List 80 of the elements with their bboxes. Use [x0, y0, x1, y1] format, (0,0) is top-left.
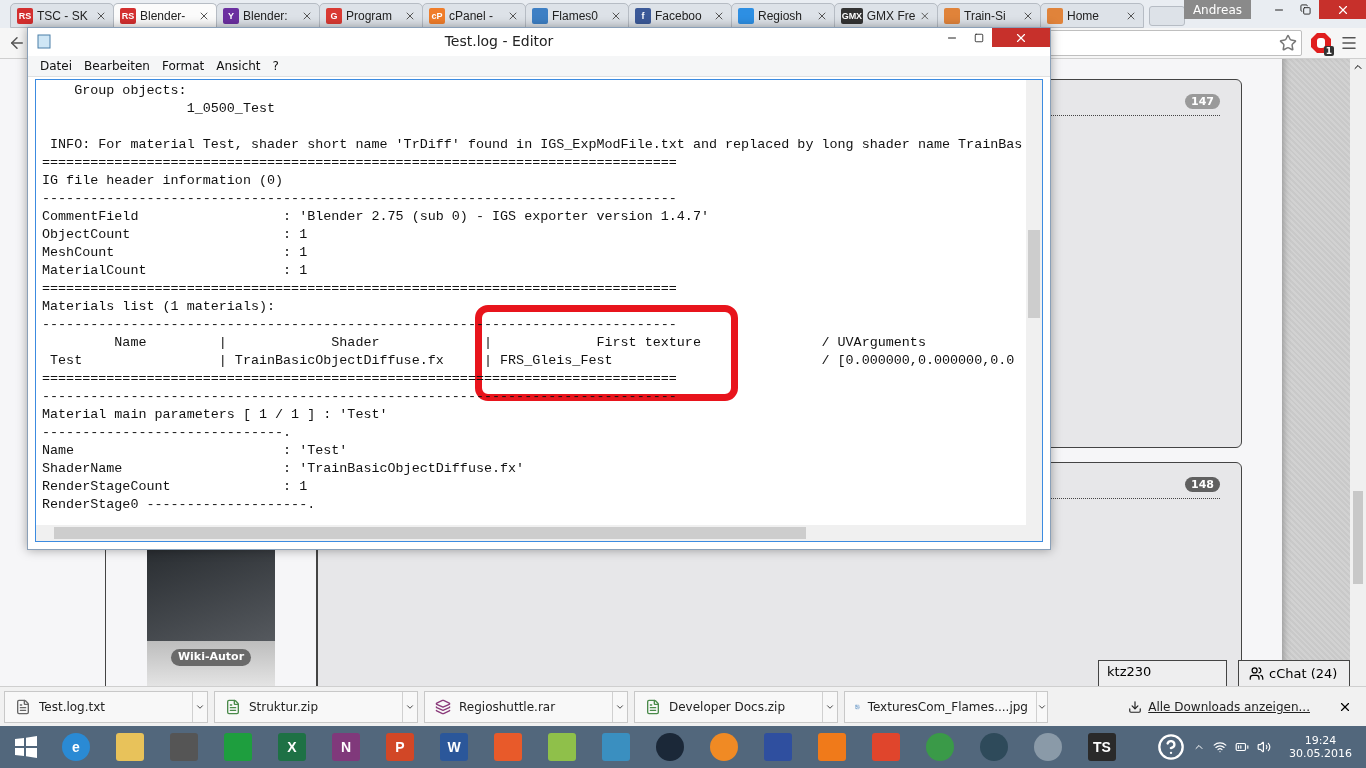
- app-icon[interactable]: [656, 733, 684, 761]
- post-number: 147: [1185, 94, 1220, 109]
- notepad-icon: [36, 33, 52, 49]
- download-item[interactable]: Test.log.txt: [4, 690, 208, 723]
- browser-tab[interactable]: Train-Si: [937, 3, 1041, 28]
- chat-user-tab[interactable]: ktz230: [1098, 660, 1227, 686]
- menu-item[interactable]: ?: [266, 59, 285, 73]
- browser-tab[interactable]: Home: [1040, 3, 1144, 28]
- network-icon[interactable]: [1213, 740, 1227, 754]
- document-icon: [15, 698, 31, 715]
- site-icon: G: [326, 7, 342, 24]
- chat-button[interactable]: cChat (24): [1238, 660, 1350, 686]
- new-tab-button[interactable]: [1149, 6, 1185, 26]
- app-icon[interactable]: [710, 733, 738, 761]
- taskbar-app-button[interactable]: N: [322, 727, 370, 767]
- site-icon: cP: [429, 7, 445, 24]
- help-icon[interactable]: [1157, 733, 1185, 761]
- taskbar-app-button[interactable]: P: [376, 727, 424, 767]
- vertical-scrollbar[interactable]: [1026, 80, 1042, 525]
- download-item[interactable]: Struktur.zip: [214, 690, 418, 723]
- site-icon: RS: [120, 8, 136, 24]
- taskbar-app-button[interactable]: W: [430, 727, 478, 767]
- browser-tab[interactable]: cP cPanel -: [422, 3, 526, 28]
- menu-item[interactable]: Bearbeiten: [78, 59, 156, 73]
- download-item[interactable]: Regioshuttle.rar: [424, 690, 628, 723]
- menu-button[interactable]: [1340, 34, 1358, 52]
- back-button[interactable]: [8, 34, 26, 52]
- adblock-button[interactable]: 1: [1310, 32, 1332, 54]
- app-icon[interactable]: N: [332, 733, 360, 761]
- post-number: 148: [1185, 477, 1220, 492]
- maximize-icon[interactable]: [973, 32, 984, 43]
- browser-tab[interactable]: Regiosh: [731, 3, 835, 28]
- menu-item[interactable]: Ansicht: [210, 59, 267, 73]
- site-icon: RS: [17, 7, 33, 24]
- rank-label: Wiki-Autor: [170, 649, 252, 666]
- document-icon: [645, 698, 661, 715]
- browser-tab[interactable]: RS TSC - SK: [10, 3, 114, 28]
- close-icon[interactable]: [198, 10, 210, 22]
- download-icon: [1128, 699, 1143, 714]
- app-icon[interactable]: [980, 733, 1008, 761]
- browser-tab[interactable]: GMX GMX Fre: [834, 3, 938, 28]
- windows-logo-icon[interactable]: [15, 736, 37, 758]
- site-icon: f: [635, 7, 651, 24]
- scrollbar[interactable]: [1350, 59, 1366, 686]
- app-icon[interactable]: [1034, 733, 1062, 761]
- restore-icon[interactable]: [1300, 4, 1311, 15]
- people-icon: [1249, 666, 1264, 681]
- volume-icon[interactable]: [1257, 740, 1271, 754]
- clock[interactable]: 19:24 30.05.2016: [1289, 734, 1352, 760]
- scrollbar-thumb[interactable]: [1353, 491, 1363, 584]
- app-icon[interactable]: W: [440, 733, 468, 761]
- app-icon[interactable]: P: [386, 733, 414, 761]
- app-icon[interactable]: TS: [1088, 733, 1116, 761]
- close-icon[interactable]: [919, 9, 931, 22]
- app-icon[interactable]: [926, 733, 954, 761]
- browser-tab[interactable]: G Program: [319, 3, 423, 28]
- scrollbar-thumb[interactable]: [54, 527, 806, 539]
- browser-tab[interactable]: RS Blender-: [113, 3, 217, 28]
- stacked-books-icon: [435, 698, 451, 715]
- window-title: Test.log - Editor: [444, 32, 554, 49]
- site-icon: Y: [223, 7, 239, 24]
- menu-item[interactable]: Format: [155, 59, 211, 73]
- app-icon[interactable]: X: [278, 733, 306, 761]
- site-icon: GMX: [841, 7, 863, 24]
- download-item[interactable]: Developer Docs.zip: [634, 690, 838, 723]
- scrollbar-thumb[interactable]: [1028, 230, 1040, 318]
- browser-tab[interactable]: Flames0: [525, 3, 629, 28]
- download-item[interactable]: TexturesCom_Flames....jpg: [844, 690, 1048, 723]
- document-icon: [225, 698, 241, 715]
- taskbar-app-button[interactable]: e: [52, 727, 100, 767]
- browser-tab[interactable]: f Faceboo: [628, 3, 732, 28]
- battery-icon[interactable]: [1235, 740, 1249, 754]
- horizontal-scrollbar[interactable]: [36, 525, 1026, 541]
- menu-item[interactable]: Datei: [34, 59, 78, 73]
- browser-tab[interactable]: Y Blender:: [216, 3, 320, 28]
- star-icon[interactable]: [1279, 34, 1297, 52]
- taskbar-app-button[interactable]: X: [268, 727, 316, 767]
- taskbar-app-button[interactable]: TS: [1078, 727, 1126, 767]
- app-icon[interactable]: e: [62, 733, 90, 761]
- show-all-downloads-link[interactable]: Alle Downloads anzeigen...: [1128, 699, 1310, 714]
